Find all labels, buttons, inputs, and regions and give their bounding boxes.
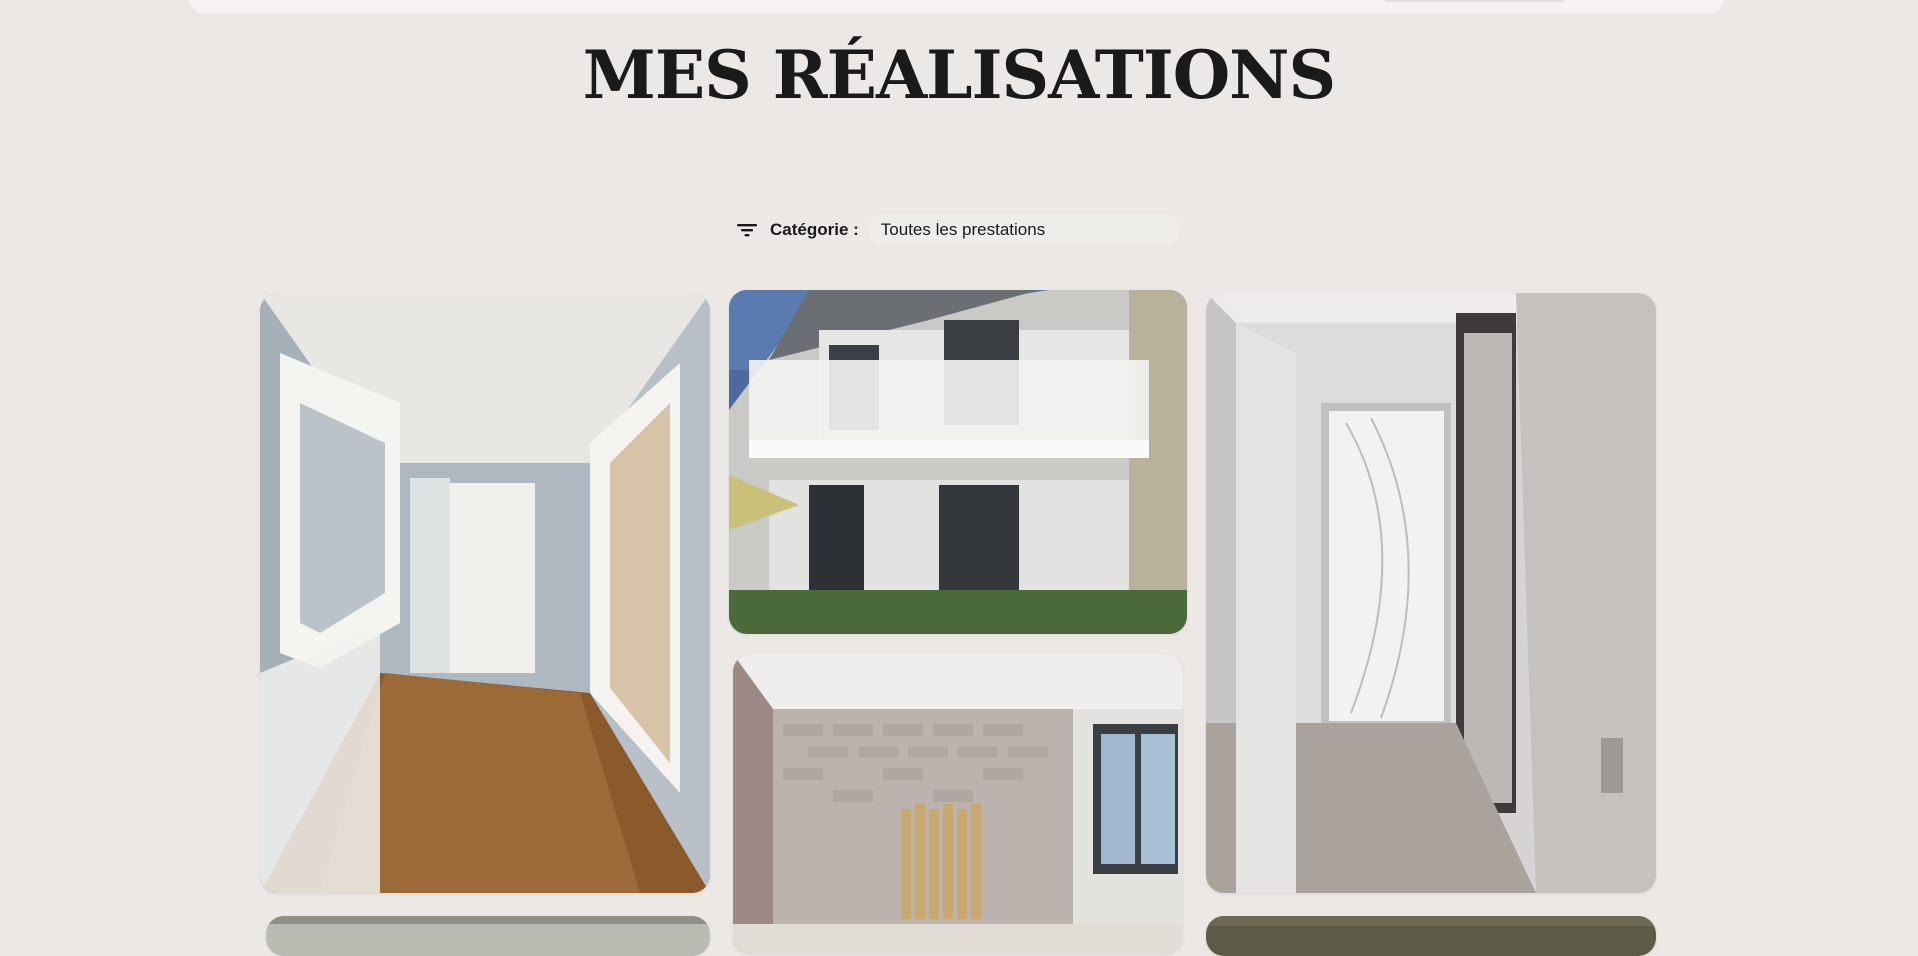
top-navigation-bar <box>188 0 1725 14</box>
category-filter: Catégorie : Toutes les prestations <box>736 214 1179 246</box>
photo-facade-balcony <box>729 290 1187 634</box>
nav-pill[interactable] <box>1385 0 1565 2</box>
photo-hallway-mirror <box>260 293 710 893</box>
photo-partial-right <box>1206 916 1656 956</box>
gallery-photo-facade-balcony[interactable] <box>729 290 1187 634</box>
photo-partial-left <box>266 916 710 956</box>
gallery-photo-brick-room[interactable] <box>733 654 1183 954</box>
photo-brick-room <box>733 654 1183 954</box>
page-title: MES RÉALISATIONS <box>582 36 1336 114</box>
gallery-photo-partial-left[interactable] <box>266 916 710 956</box>
gallery-photo-partial-right[interactable] <box>1206 916 1656 956</box>
gallery-photo-hallway-door[interactable] <box>1206 293 1656 893</box>
filter-icon <box>736 222 758 238</box>
category-select[interactable]: Toutes les prestations <box>868 215 1179 245</box>
gallery-photo-hallway-mirror[interactable] <box>260 293 710 893</box>
filter-label: Catégorie : <box>770 220 859 239</box>
photo-hallway-door <box>1206 293 1656 893</box>
category-select-value: Toutes les prestations <box>880 220 1046 239</box>
